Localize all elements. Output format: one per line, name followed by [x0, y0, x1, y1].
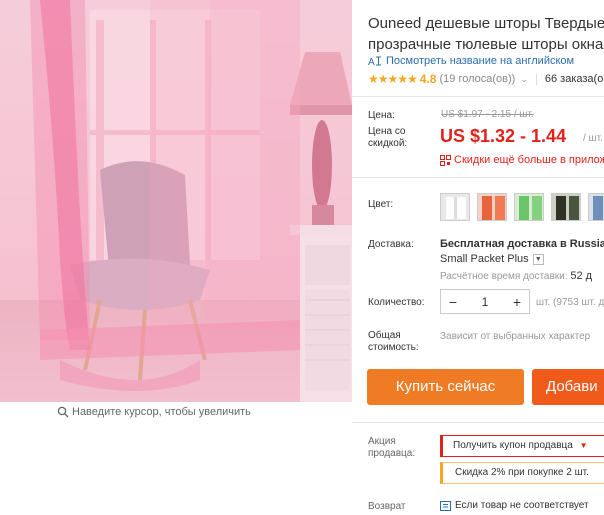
product-image[interactable] [0, 0, 352, 402]
app-discount-link[interactable]: Скидки ещё больше в прилож [440, 154, 604, 166]
bulk-discount-badge: Скидка 2% при покупке 2 шт. [440, 462, 604, 484]
app-discount-text[interactable]: Скидки ещё больше в прилож [454, 154, 604, 166]
quantity-available: шт. (9753 шт. д [536, 297, 604, 308]
orders-count: 66 заказа(ов) [544, 73, 604, 85]
blue-curtain-swatch[interactable] [588, 193, 604, 221]
return-policy-icon [440, 500, 451, 511]
shipping-label: Доставка: [368, 239, 414, 250]
zoom-hint: Наведите курсор, чтобы увеличить [57, 406, 251, 418]
quantity-label: Количество: [368, 297, 425, 308]
chevron-down-icon[interactable]: ⌄ [520, 74, 528, 85]
quantity-plus-button[interactable]: + [505, 294, 529, 310]
shipping-method-text[interactable]: Small Packet Plus [440, 253, 529, 265]
divider [535, 73, 537, 85]
shipping-destination[interactable]: Бесплатная доставка в Russian [440, 238, 604, 250]
price-label: Цена: [368, 110, 395, 121]
get-coupon-button[interactable]: Получить купон продавца ▼ [440, 435, 604, 457]
get-coupon-text[interactable]: Получить купон продавца [453, 440, 573, 451]
shipping-method[interactable]: Small Packet Plus ▼ [440, 253, 544, 265]
quantity-minus-button[interactable]: − [441, 294, 465, 310]
returns-text: Если товар не соответствует [455, 500, 589, 511]
add-to-cart-button[interactable]: Добави [532, 369, 604, 405]
zoom-hint-text: Наведите курсор, чтобы увеличить [72, 406, 251, 418]
discount-price-label: Цена со скидкой: [368, 126, 408, 149]
quantity-input[interactable]: 1 [465, 295, 505, 309]
product-title: Ouneed дешевые шторы Твердые Тюль прозра… [368, 13, 604, 55]
chevron-down-icon[interactable]: ▼ [580, 441, 588, 450]
magnifier-icon [57, 406, 69, 418]
color-label: Цвет: [368, 199, 394, 210]
price-unit: / шт. [583, 133, 603, 144]
divider [352, 422, 604, 423]
product-info-panel: Ouneed дешевые шторы Твердые Тюль прозра… [352, 0, 604, 515]
rating-votes[interactable]: (19 голоса(ов)) [439, 73, 515, 85]
total-price-label: Общая стоимость: [368, 330, 419, 353]
delivery-time: Расчётное время доставки: 52 д [440, 270, 592, 282]
white-curtain-swatch[interactable] [440, 193, 470, 221]
divider [352, 96, 604, 97]
rating-value: 4.8 [419, 72, 437, 86]
translate-title-link[interactable]: A Посмотреть название на английском [368, 55, 574, 67]
quantity-stepper: − 1 + [440, 289, 530, 314]
divider [352, 177, 604, 178]
rating-row: ★★★★★ 4.8 (19 голоса(ов)) ⌄ 66 заказа(ов… [368, 72, 604, 86]
buy-now-button[interactable]: Купить сейчас [367, 369, 524, 405]
app-qr-icon [440, 154, 451, 166]
product-title-line-1: Ouneed дешевые шторы Твердые Тюль [368, 15, 604, 32]
translate-icon: A [368, 56, 381, 67]
black-curtain-swatch[interactable] [551, 193, 581, 221]
orange-curtain-swatch[interactable] [477, 193, 507, 221]
returns-info: Если товар не соответствует [440, 500, 589, 511]
rating-stars: ★★★★★ [368, 72, 418, 86]
discount-price: US $1.32 - 1.44 [440, 126, 567, 146]
chevron-down-icon[interactable]: ▼ [532, 253, 544, 265]
delivery-time-label: Расчётное время доставки: [440, 271, 568, 282]
seller-promo-label: Акция продавца: [368, 436, 416, 459]
color-swatches [440, 193, 604, 221]
returns-label: Возврат [368, 501, 406, 512]
green-curtain-swatch[interactable] [514, 193, 544, 221]
total-price-value: Зависит от выбранных характер [440, 331, 591, 342]
product-title-line-2: прозрачные тюлевые шторы окна She [368, 36, 604, 53]
delivery-time-value: 52 д [570, 270, 593, 282]
svg-text:A: A [368, 57, 375, 67]
translate-link-text[interactable]: Посмотреть название на английском [386, 55, 574, 67]
original-price: US $1.97 - 2.15 / шт. [441, 109, 534, 120]
